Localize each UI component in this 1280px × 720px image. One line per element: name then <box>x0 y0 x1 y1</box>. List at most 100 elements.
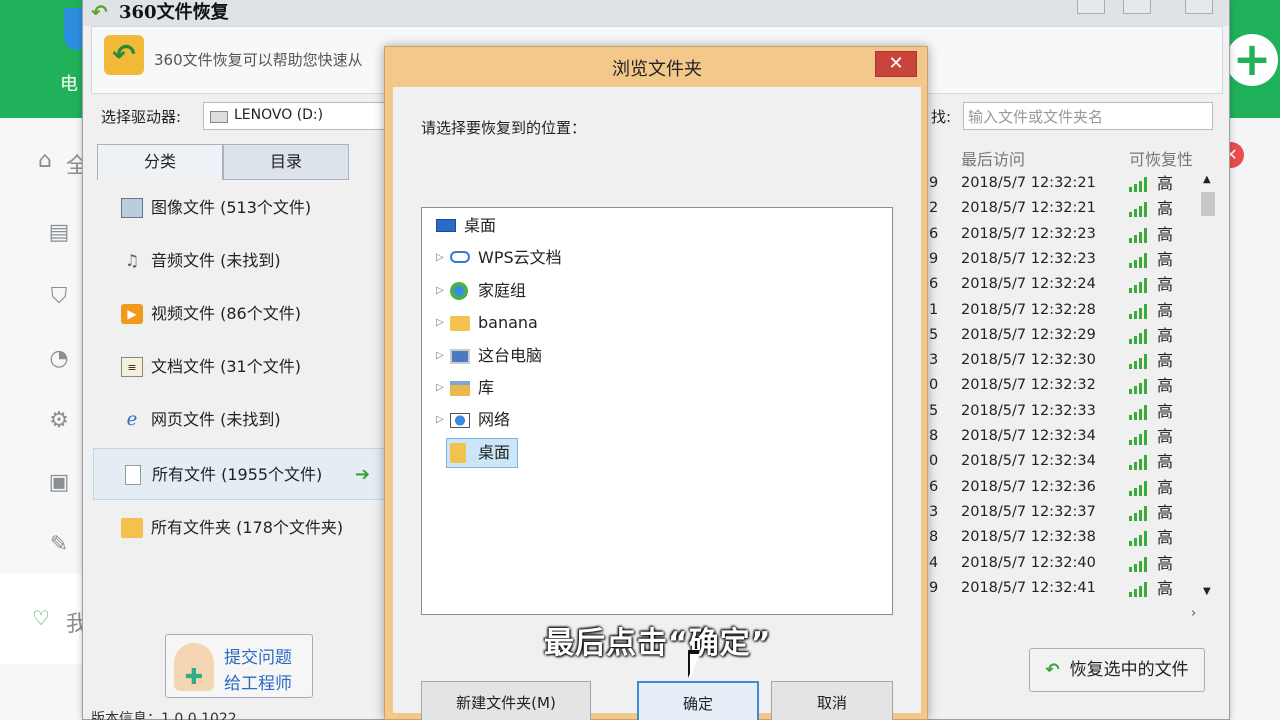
arrow-right-icon: ➔ <box>354 464 370 485</box>
row-last-access: 2018/5/7 12:32:38 <box>961 529 1096 546</box>
signal-bars-icon <box>1129 176 1151 192</box>
row-recoverability: 高 <box>1157 427 1174 446</box>
window-titlebar: ↶ 360文件恢复 <box>83 0 1229 26</box>
wrench-icon[interactable]: ✎ <box>44 530 74 560</box>
signal-bars-icon <box>1129 454 1151 471</box>
new-folder-button[interactable]: 新建文件夹(M) <box>421 681 591 720</box>
tree-node[interactable]: ▷ 这台电脑 <box>422 340 892 372</box>
table-row[interactable]: 4 2018/5/7 12:32:40 高 <box>929 551 1201 576</box>
table-row[interactable]: 6 2018/5/7 12:32:36 高 <box>929 475 1201 500</box>
category-item-audio[interactable]: ♫ 音频文件 (未找到) <box>93 235 385 287</box>
folder-tree[interactable]: 桌面 ▷ WPS云文档 ▷ 家庭组 ▷ banana ▷ 这台电脑 ▷ 库 ▷ 网络 桌面 <box>421 207 893 615</box>
drive-select[interactable]: LENOVO (D:) <box>203 102 393 130</box>
cancel-button[interactable]: 取消 <box>771 681 893 720</box>
speed-icon[interactable]: ◔ <box>44 344 74 374</box>
tab-category[interactable]: 分类 <box>97 144 223 180</box>
column-header-last-access[interactable]: 最后访问 <box>961 146 1025 170</box>
category-item-all-files[interactable]: 所有文件 (1955个文件) ➔ <box>93 448 385 500</box>
table-row[interactable]: 9 2018/5/7 12:32:21 高 <box>929 171 1201 196</box>
row-cell-fragment: 5 <box>929 326 939 343</box>
row-last-access: 2018/5/7 12:32:23 <box>961 250 1096 267</box>
banner-text: 360文件恢复可以帮助您快速从 <box>154 51 363 69</box>
expand-arrow-icon[interactable]: ▷ <box>436 404 444 436</box>
scroll-thumb[interactable] <box>1201 192 1215 216</box>
table-row[interactable]: 0 2018/5/7 12:32:34 高 <box>929 449 1201 474</box>
tree-node[interactable]: ▷ 库 <box>422 372 892 404</box>
tree-node[interactable]: ▷ WPS云文档 <box>422 242 892 274</box>
tree-node[interactable]: ▷ 家庭组 <box>422 275 892 307</box>
row-cell-fragment: 6 <box>929 276 939 293</box>
heart-icon[interactable]: ♡ <box>32 606 50 630</box>
row-recoverability: 高 <box>1157 578 1174 598</box>
table-row[interactable]: 8 2018/5/7 12:32:34 高 <box>929 424 1201 449</box>
row-recoverability: 高 <box>1157 528 1174 548</box>
scroll-right-icon[interactable]: › <box>1191 606 1196 621</box>
signal-bars-icon <box>1129 480 1151 496</box>
library-icon <box>450 381 470 396</box>
recover-logo-icon: ↶ <box>104 35 144 75</box>
gear-icon[interactable]: ⚙ <box>44 406 74 436</box>
table-row[interactable]: 3 2018/5/7 12:32:37 高 <box>929 500 1201 525</box>
document-icon: ≡ <box>121 357 143 377</box>
category-item-web[interactable]: ℯ 网页文件 (未找到) <box>93 394 385 446</box>
table-row[interactable]: 1 2018/5/7 12:32:28 高 <box>929 298 1201 323</box>
expand-arrow-icon[interactable]: ▷ <box>436 372 444 404</box>
video-icon: ▶ <box>121 304 143 324</box>
table-row[interactable]: 2 2018/5/7 12:32:21 高 <box>929 196 1201 221</box>
window-close-button[interactable] <box>1185 0 1213 14</box>
row-cell-fragment: 4 <box>929 554 939 571</box>
table-row[interactable]: 3 2018/5/7 12:32:30 高 <box>929 348 1201 373</box>
shield-icon[interactable]: ⛉ <box>44 282 74 312</box>
restore-selected-button[interactable]: ↶ 恢复选中的文件 <box>1029 648 1205 692</box>
expand-arrow-icon[interactable]: ▷ <box>436 307 444 339</box>
category-item-video[interactable]: ▶ 视频文件 (86个文件) <box>93 288 385 340</box>
column-header-recoverability[interactable]: 可恢复性 <box>1129 146 1193 170</box>
scroll-down-icon[interactable]: ▼ <box>1203 586 1211 597</box>
category-item-documents[interactable]: ≡ 文档文件 (31个文件) <box>93 341 385 393</box>
category-label: 所有文件 (1955个文件) <box>152 465 323 484</box>
table-row[interactable]: 8 2018/5/7 12:32:38 高 <box>929 525 1201 550</box>
table-row[interactable]: 0 2018/5/7 12:32:32 高 <box>929 373 1201 398</box>
category-item-all-folders[interactable]: 所有文件夹 (178个文件夹) <box>93 502 385 554</box>
tree-node-label: 家庭组 <box>478 280 527 300</box>
category-item-images[interactable]: 图像文件 (513个文件) <box>93 182 385 234</box>
maximize-button[interactable] <box>1123 0 1151 14</box>
vertical-scrollbar[interactable]: ▲ ▼ <box>1199 172 1217 604</box>
tree-node[interactable]: ▷ 网络 <box>422 404 892 436</box>
add-icon[interactable]: + <box>1226 34 1278 86</box>
expand-arrow-icon[interactable]: ▷ <box>436 340 444 372</box>
scroll-up-icon[interactable]: ▲ <box>1203 174 1211 185</box>
category-label: 所有文件夹 (178个文件夹) <box>151 518 344 537</box>
row-cell-fragment: 1 <box>929 301 939 318</box>
row-cell-fragment: 8 <box>929 428 939 444</box>
tree-node[interactable]: 桌面 <box>422 210 892 242</box>
gamepad-icon[interactable]: ▣ <box>44 468 74 498</box>
category-label: 网页文件 (未找到) <box>151 410 281 429</box>
search-input[interactable]: 输入文件或文件夹名 <box>963 102 1213 130</box>
table-row[interactable]: 5 2018/5/7 12:32:33 高 <box>929 399 1201 424</box>
folder-icon <box>450 442 466 463</box>
tree-node[interactable]: ▷ banana <box>422 307 892 339</box>
table-row[interactable]: 9 2018/5/7 12:32:41 高 <box>929 576 1201 601</box>
expand-arrow-icon[interactable]: ▷ <box>436 275 444 307</box>
table-row[interactable]: 5 2018/5/7 12:32:29 高 <box>929 323 1201 348</box>
row-last-access: 2018/5/7 12:32:21 <box>961 200 1096 217</box>
file-icon <box>125 465 141 485</box>
ok-button[interactable]: 确定 <box>637 681 759 720</box>
home-icon[interactable]: ⌂ <box>30 146 60 176</box>
minimize-button[interactable] <box>1077 0 1105 14</box>
row-last-access: 2018/5/7 12:32:23 <box>961 225 1096 242</box>
monitor-icon[interactable]: ▤ <box>44 218 74 248</box>
table-row[interactable]: 6 2018/5/7 12:32:23 高 <box>929 222 1201 247</box>
submit-issue-button[interactable]: ✚ 提交问题 给工程师 <box>165 634 313 698</box>
expand-arrow-icon[interactable]: ▷ <box>436 242 444 274</box>
table-row[interactable]: 9 2018/5/7 12:32:23 高 <box>929 247 1201 272</box>
table-row[interactable]: 6 2018/5/7 12:32:24 高 <box>929 272 1201 297</box>
tree-node[interactable]: 桌面 <box>422 437 892 469</box>
tree-node-label: 桌面 <box>478 442 511 462</box>
dialog-close-button[interactable]: ✕ <box>875 51 917 77</box>
category-label: 视频文件 (86个文件) <box>151 304 301 323</box>
signal-bars-icon <box>1129 378 1151 395</box>
row-last-access: 2018/5/7 12:32:40 <box>961 554 1096 571</box>
tab-directory[interactable]: 目录 <box>223 144 349 180</box>
